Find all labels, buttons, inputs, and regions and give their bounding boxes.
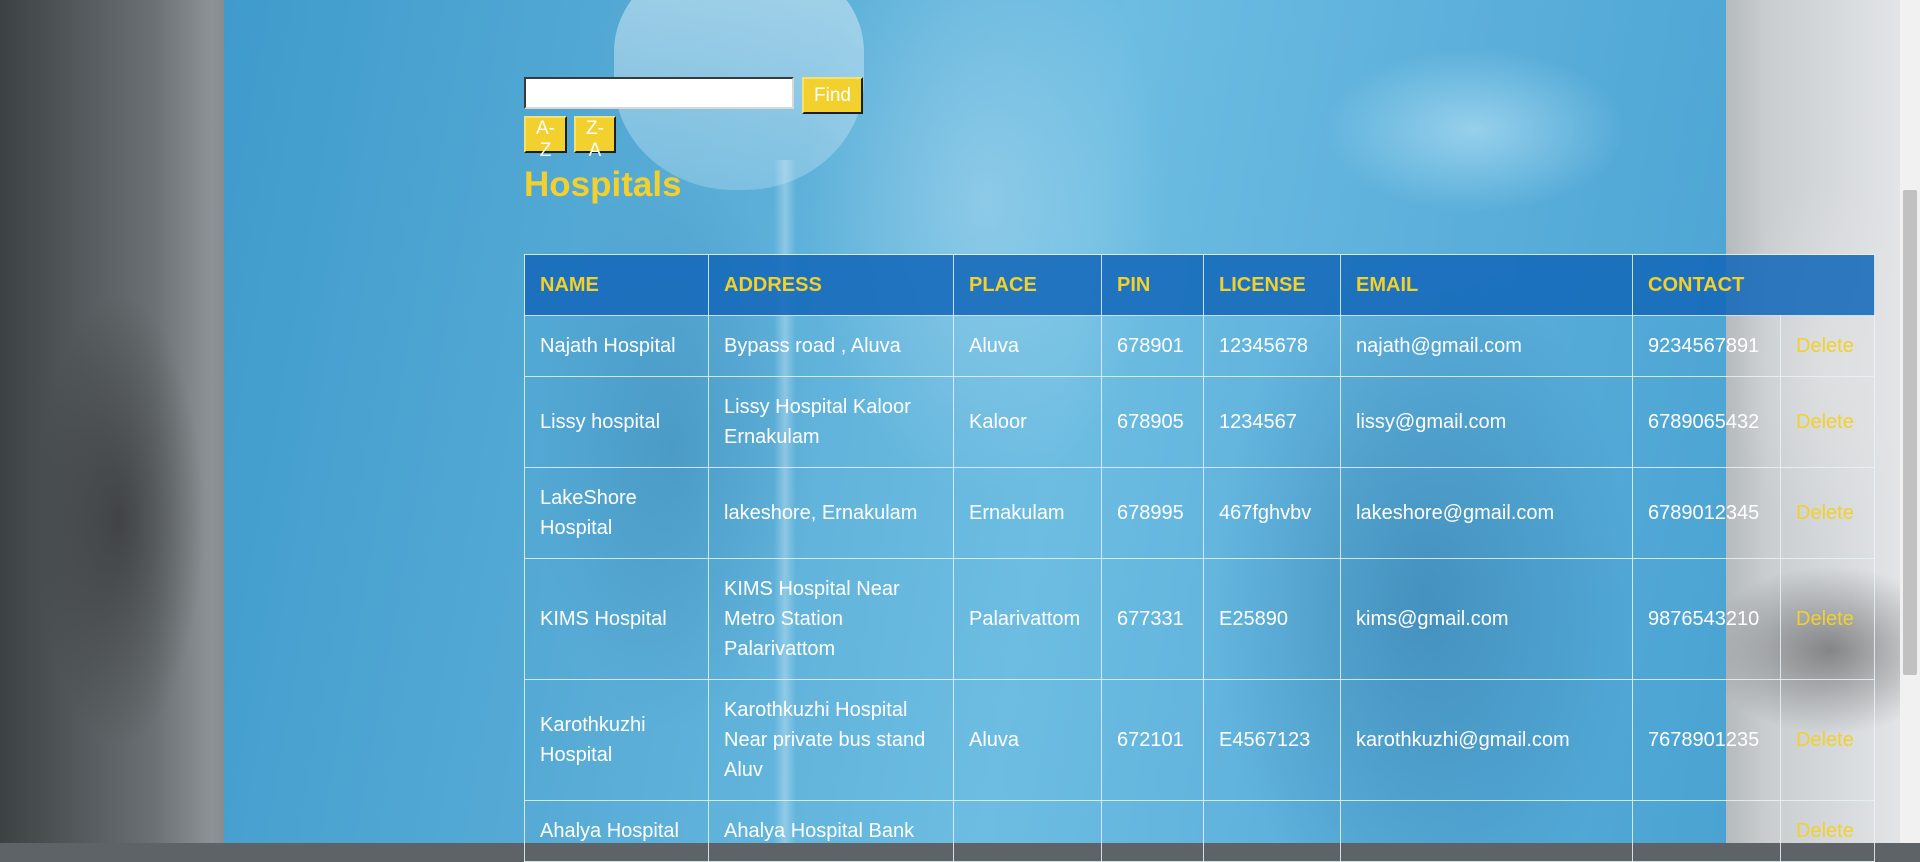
cell-email: kims@gmail.com: [1340, 558, 1633, 680]
cell-contact: 9234567891: [1632, 315, 1781, 377]
table-row: Karothkuzhi Hospital Karothkuzhi Hospita…: [524, 679, 1875, 801]
cell-address: Ahalya Hospital Bank: [708, 800, 954, 862]
cell-pin: 672101: [1101, 679, 1204, 801]
delete-link[interactable]: Delete: [1796, 502, 1854, 524]
cell-name: Lissy hospital: [524, 376, 709, 468]
cell-license: 1234567: [1203, 376, 1341, 468]
find-button[interactable]: Find: [802, 77, 863, 114]
cell-license: 467fghvbv: [1203, 467, 1341, 559]
hospitals-table: NAME ADDRESS PLACE PIN LICENSE EMAIL CON…: [524, 254, 1875, 862]
column-header-contact: CONTACT: [1632, 254, 1875, 316]
cell-license: E25890: [1203, 558, 1341, 680]
cell-pin: 677331: [1101, 558, 1204, 680]
cell-email: lakeshore@gmail.com: [1340, 467, 1633, 559]
table-row: LakeShore Hospital lakeshore, Ernakulam …: [524, 467, 1875, 559]
cell-pin: 678995: [1101, 467, 1204, 559]
sort-controls: A-Z Z-A: [524, 116, 616, 161]
cell-address: Bypass road , Aluva: [708, 315, 954, 377]
table-row: KIMS Hospital KIMS Hospital Near Metro S…: [524, 558, 1875, 680]
cell-contact: 9876543210: [1632, 558, 1781, 680]
cell-address: Karothkuzhi Hospital Near private bus st…: [708, 679, 954, 801]
table-row: Lissy hospital Lissy Hospital Kaloor Ern…: [524, 376, 1875, 468]
delete-link[interactable]: Delete: [1796, 608, 1854, 630]
search-bar: Find: [524, 77, 863, 114]
cell-address: KIMS Hospital Near Metro Station Palariv…: [708, 558, 954, 680]
delete-cell: Delete: [1780, 800, 1875, 862]
cell-address: lakeshore, Ernakulam: [708, 467, 954, 559]
cell-email: lissy@gmail.com: [1340, 376, 1633, 468]
scrollbar-thumb[interactable]: [1903, 190, 1917, 675]
vertical-scrollbar[interactable]: [1900, 0, 1920, 843]
delete-link[interactable]: Delete: [1796, 820, 1854, 842]
delete-cell: Delete: [1780, 558, 1875, 680]
cell-email: [1340, 800, 1633, 862]
delete-link[interactable]: Delete: [1796, 335, 1854, 357]
cell-place: [953, 800, 1102, 862]
cell-pin: 678905: [1101, 376, 1204, 468]
delete-cell: Delete: [1780, 376, 1875, 468]
column-header-pin: PIN: [1101, 254, 1204, 316]
column-header-license: LICENSE: [1203, 254, 1341, 316]
cell-contact: 6789065432: [1632, 376, 1781, 468]
cell-place: Kaloor: [953, 376, 1102, 468]
cell-name: LakeShore Hospital: [524, 467, 709, 559]
cell-address: Lissy Hospital Kaloor Ernakulam: [708, 376, 954, 468]
delete-link[interactable]: Delete: [1796, 411, 1854, 433]
cell-contact: 6789012345: [1632, 467, 1781, 559]
delete-cell: Delete: [1780, 315, 1875, 377]
cell-license: E4567123: [1203, 679, 1341, 801]
cell-license: 12345678: [1203, 315, 1341, 377]
page-title: Hospitals: [524, 165, 682, 204]
cell-pin: [1101, 800, 1204, 862]
cell-contact: [1632, 800, 1781, 862]
cell-place: Aluva: [953, 679, 1102, 801]
sort-za-button[interactable]: Z-A: [574, 116, 616, 161]
delete-cell: Delete: [1780, 679, 1875, 801]
cell-email: karothkuzhi@gmail.com: [1340, 679, 1633, 801]
search-input[interactable]: [524, 77, 794, 109]
cell-contact: 7678901235: [1632, 679, 1781, 801]
column-header-name: NAME: [524, 254, 709, 316]
table-header-row: NAME ADDRESS PLACE PIN LICENSE EMAIL CON…: [524, 254, 1875, 316]
main-panel: Find A-Z Z-A Hospitals NAME ADDRESS PLAC…: [224, 0, 1875, 862]
table-row: Ahalya Hospital Ahalya Hospital Bank Del…: [524, 800, 1875, 862]
column-header-place: PLACE: [953, 254, 1102, 316]
table-row: Najath Hospital Bypass road , Aluva Aluv…: [524, 315, 1875, 377]
cell-place: Ernakulam: [953, 467, 1102, 559]
cell-name: Karothkuzhi Hospital: [524, 679, 709, 801]
cell-name: Ahalya Hospital: [524, 800, 709, 862]
cell-license: [1203, 800, 1341, 862]
column-header-address: ADDRESS: [708, 254, 954, 316]
cell-place: Palarivattom: [953, 558, 1102, 680]
column-header-email: EMAIL: [1340, 254, 1633, 316]
cell-email: najath@gmail.com: [1340, 315, 1633, 377]
cell-name: KIMS Hospital: [524, 558, 709, 680]
sort-az-button[interactable]: A-Z: [524, 116, 567, 161]
cell-name: Najath Hospital: [524, 315, 709, 377]
delete-link[interactable]: Delete: [1796, 729, 1854, 751]
cell-pin: 678901: [1101, 315, 1204, 377]
cell-place: Aluva: [953, 315, 1102, 377]
delete-cell: Delete: [1780, 467, 1875, 559]
